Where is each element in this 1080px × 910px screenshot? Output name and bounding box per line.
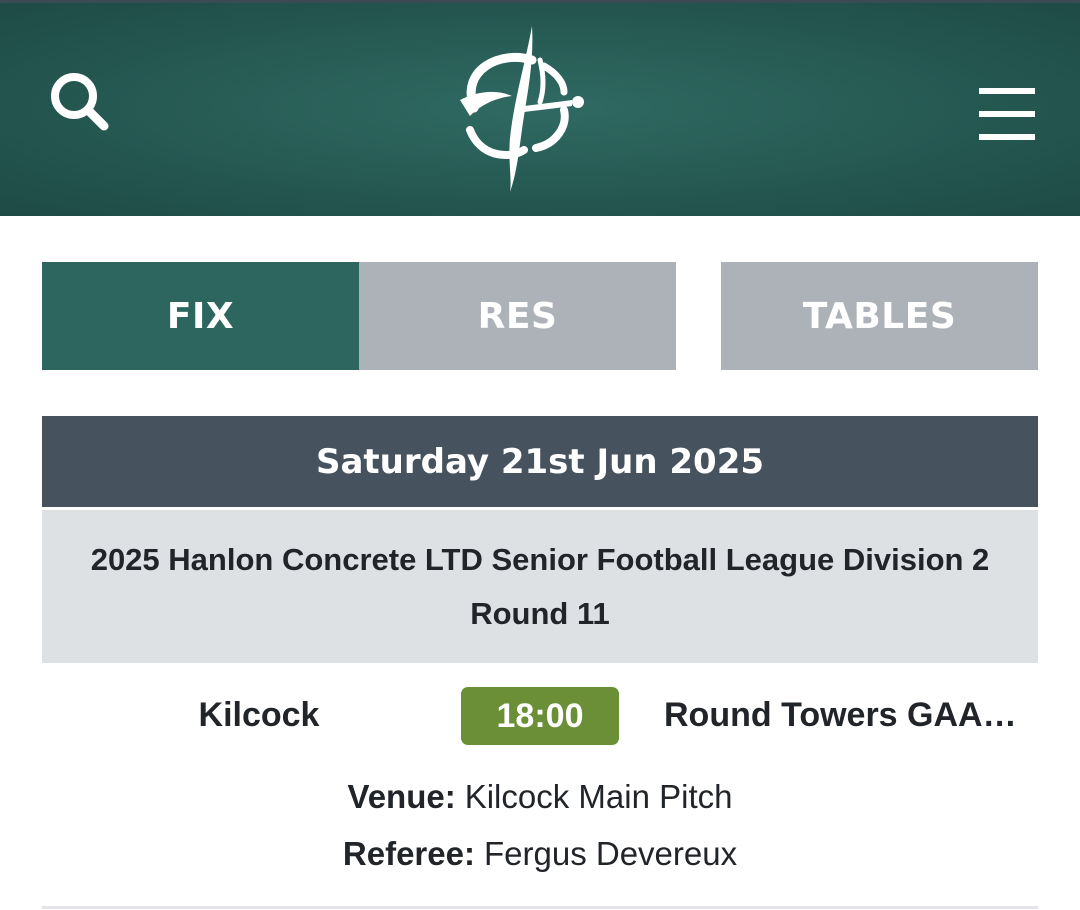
referee-info: Referee: Fergus Devereux xyxy=(42,829,1038,879)
venue-info: Venue: Kilcock Main Pitch xyxy=(42,772,1038,822)
fixture-row[interactable]: Kilcock 18:00 Round Towers GAA… xyxy=(42,686,1038,746)
header-top-border xyxy=(0,0,1080,3)
fixture-date-header: Saturday 21st Jun 2025 xyxy=(42,416,1038,507)
gaa-logo-icon[interactable] xyxy=(440,20,600,198)
tab-tables[interactable]: TABLES xyxy=(721,262,1038,370)
home-team[interactable]: Kilcock xyxy=(42,686,476,744)
venue-label: Venue: xyxy=(347,778,456,815)
away-team[interactable]: Round Towers GAA… xyxy=(664,686,1038,744)
hamburger-line xyxy=(979,134,1035,140)
competition-round: Round 11 xyxy=(470,595,610,631)
menu-button[interactable] xyxy=(972,84,1042,144)
app-header xyxy=(0,0,1080,216)
referee-value: Fergus Devereux xyxy=(483,835,738,872)
hamburger-menu-icon xyxy=(979,88,1035,94)
search-icon xyxy=(51,73,109,131)
match-time-badge[interactable]: 18:00 xyxy=(461,687,619,745)
fixtures-results-tabs: FIX RES xyxy=(42,262,676,370)
tab-results[interactable]: RES xyxy=(359,262,676,370)
venue-value: Kilcock Main Pitch xyxy=(464,778,733,815)
hamburger-line xyxy=(979,111,1035,117)
competition-header: 2025 Hanlon Concrete LTD Senior Football… xyxy=(42,510,1038,663)
referee-label: Referee: xyxy=(342,835,475,872)
tab-fixtures[interactable]: FIX xyxy=(42,262,359,370)
competition-title: 2025 Hanlon Concrete LTD Senior Football… xyxy=(90,541,990,577)
header-divider xyxy=(0,216,1080,218)
fixture-divider xyxy=(42,906,1038,909)
search-button[interactable] xyxy=(44,66,116,138)
